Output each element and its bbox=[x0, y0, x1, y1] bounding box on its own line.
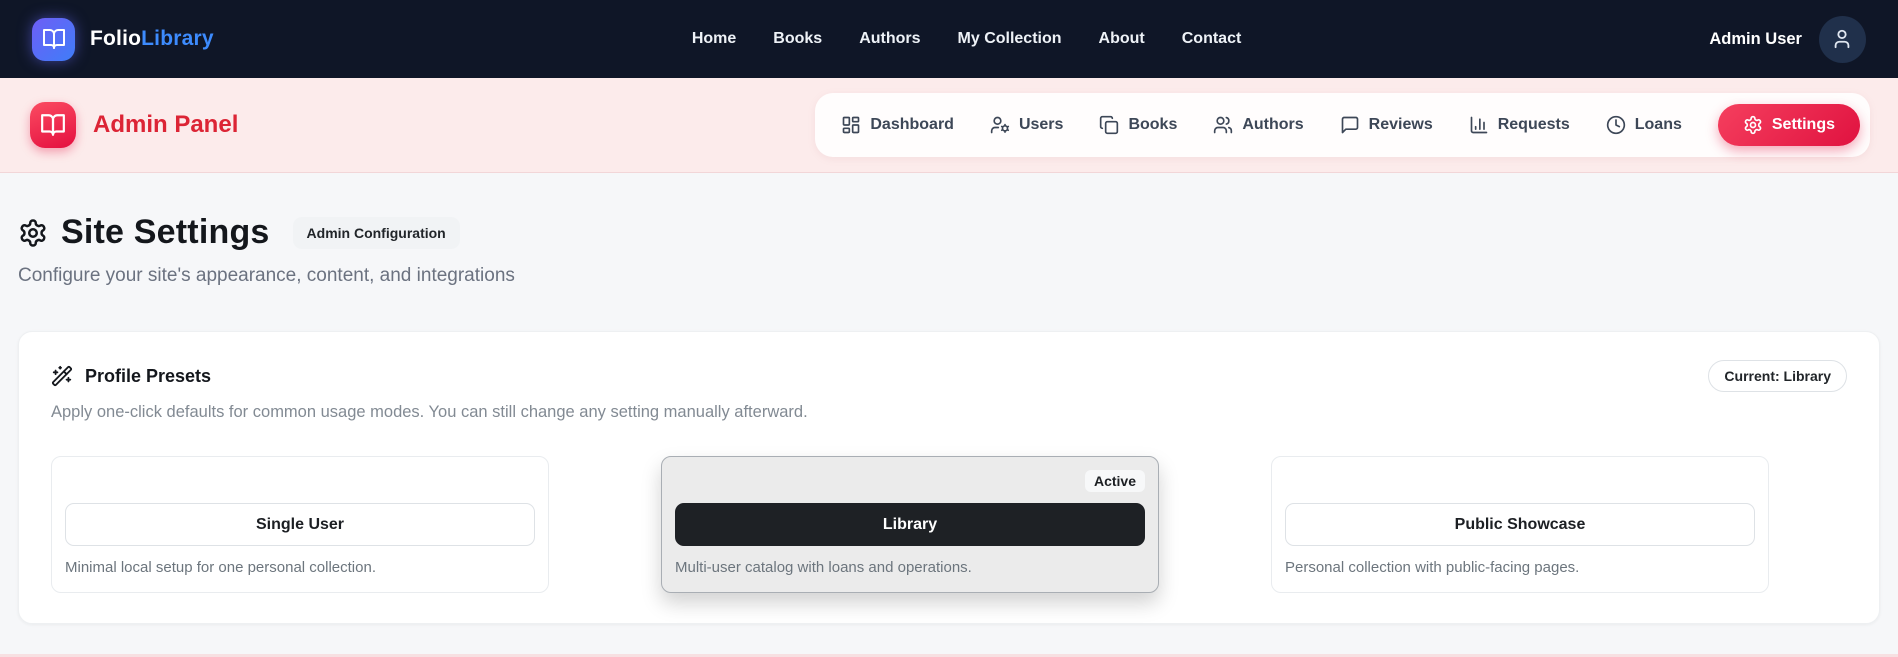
active-badge: Active bbox=[1084, 470, 1145, 492]
library-preset-button[interactable]: Library bbox=[675, 503, 1145, 546]
current-preset-badge: Current: Library bbox=[1708, 360, 1847, 392]
preset-top-row: Active bbox=[675, 470, 1145, 503]
tab-label: Authors bbox=[1242, 116, 1304, 133]
page-header: Site Settings Admin Configuration Config… bbox=[18, 173, 1880, 287]
preset-grid: Single User Minimal local setup for one … bbox=[51, 456, 1847, 593]
users-icon bbox=[1214, 116, 1233, 134]
nav-link-home[interactable]: Home bbox=[692, 30, 736, 48]
book-open-icon bbox=[32, 17, 75, 61]
user-area: Admin User bbox=[1709, 15, 1866, 63]
user-icon bbox=[1835, 29, 1850, 49]
book-copy-icon bbox=[1100, 115, 1119, 135]
preset-card-library: Active Library Multi-user catalog with l… bbox=[661, 456, 1159, 593]
brand-name: FolioLibrary bbox=[90, 27, 214, 50]
preset-top-row bbox=[65, 470, 535, 503]
tab-dashboard[interactable]: Dashboard bbox=[841, 115, 954, 135]
tab-label: Books bbox=[1128, 116, 1178, 133]
user-cog-icon bbox=[990, 116, 1010, 134]
public-showcase-preset-button[interactable]: Public Showcase bbox=[1285, 503, 1755, 546]
card-title: Profile Presets bbox=[85, 365, 212, 386]
profile-presets-card: Profile Presets Current: Library Apply o… bbox=[18, 331, 1880, 624]
tab-requests[interactable]: Requests bbox=[1469, 115, 1570, 135]
main-content: Site Settings Admin Configuration Config… bbox=[0, 173, 1898, 624]
nav-link-contact[interactable]: Contact bbox=[1182, 30, 1242, 48]
nav-link-about[interactable]: About bbox=[1099, 30, 1145, 48]
book-open-icon bbox=[30, 102, 76, 148]
tab-label: Settings bbox=[1771, 116, 1835, 133]
tab-label: Dashboard bbox=[870, 116, 954, 133]
tab-label: Reviews bbox=[1368, 116, 1433, 133]
admin-brand: Admin Panel bbox=[30, 102, 238, 148]
main-nav: Home Books Authors My Collection About C… bbox=[682, 30, 1241, 48]
tab-loans[interactable]: Loans bbox=[1606, 115, 1682, 135]
tab-settings[interactable]: Settings bbox=[1717, 104, 1860, 146]
tab-label: Users bbox=[1018, 116, 1064, 133]
tab-authors[interactable]: Authors bbox=[1213, 115, 1304, 135]
preset-card-single-user: Single User Minimal local setup for one … bbox=[51, 456, 549, 593]
bar-chart-icon bbox=[1470, 116, 1488, 134]
tab-books[interactable]: Books bbox=[1099, 115, 1177, 135]
preset-description: Personal collection with public-facing p… bbox=[1285, 559, 1580, 576]
single-user-preset-button[interactable]: Single User bbox=[65, 503, 535, 546]
preset-description: Multi-user catalog with loans and operat… bbox=[675, 559, 972, 576]
nav-link-books[interactable]: Books bbox=[773, 30, 822, 48]
gear-icon bbox=[20, 218, 46, 247]
layout-dashboard-icon bbox=[843, 116, 860, 134]
admin-bar: Admin Panel Dashboard Users Books Author… bbox=[0, 78, 1898, 173]
page-title: Site Settings bbox=[61, 213, 270, 251]
gear-icon bbox=[1744, 115, 1762, 135]
nav-link-my-collection[interactable]: My Collection bbox=[958, 30, 1062, 48]
user-name: Admin User bbox=[1709, 29, 1802, 48]
avatar[interactable] bbox=[1818, 15, 1866, 63]
preset-card-public-showcase: Public Showcase Personal collection with… bbox=[1271, 456, 1769, 593]
preset-top-row bbox=[1285, 470, 1755, 503]
admin-configuration-badge: Admin Configuration bbox=[292, 216, 460, 249]
card-description: Apply one-click defaults for common usag… bbox=[51, 403, 808, 421]
brand[interactable]: FolioLibrary bbox=[32, 17, 214, 61]
admin-panel-title: Admin Panel bbox=[93, 111, 239, 138]
tab-label: Requests bbox=[1497, 116, 1570, 133]
page-subtitle: Configure your site's appearance, conten… bbox=[18, 265, 515, 286]
nav-link-authors[interactable]: Authors bbox=[859, 30, 920, 48]
clock-icon bbox=[1606, 115, 1625, 135]
message-square-icon bbox=[1341, 116, 1359, 134]
wand-sparkles-icon bbox=[51, 365, 73, 387]
tab-label: Loans bbox=[1634, 116, 1682, 133]
tab-users[interactable]: Users bbox=[990, 115, 1063, 135]
preset-description: Minimal local setup for one personal col… bbox=[65, 559, 376, 576]
tab-reviews[interactable]: Reviews bbox=[1340, 115, 1433, 135]
top-navbar: FolioLibrary Home Books Authors My Colle… bbox=[0, 0, 1898, 78]
admin-tabs: Dashboard Users Books Authors Reviews Re… bbox=[815, 93, 1870, 157]
